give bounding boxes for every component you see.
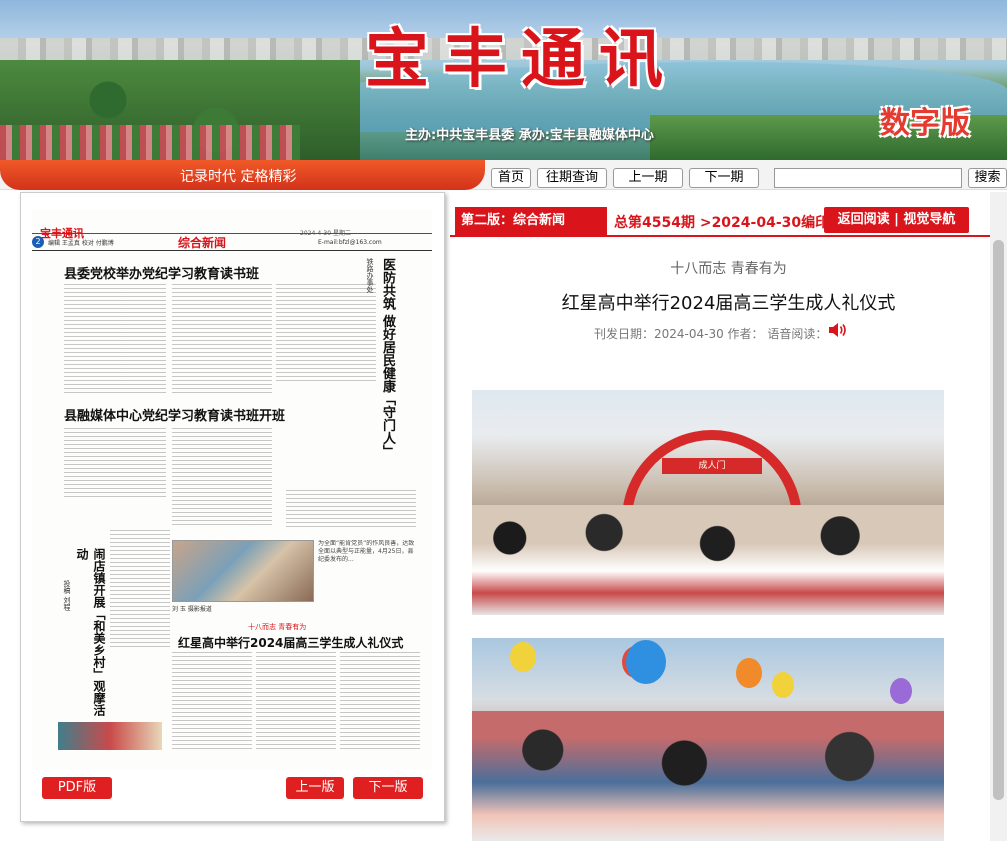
back-to-reading-button[interactable]: 返回阅读 | 视觉导航 <box>824 207 969 233</box>
paper-section-rule <box>32 250 432 251</box>
issue-info: 总第4554期 >2024-04-30编印 <box>614 215 830 231</box>
sponsor-line: 主办:中共宝丰县委 承办:宝丰县融媒体中心 <box>405 128 654 143</box>
balloon <box>890 678 912 704</box>
photo-crowd-2 <box>472 711 944 841</box>
scrollbar-thumb[interactable] <box>993 240 1004 800</box>
pdf-button[interactable]: PDF版 <box>42 777 112 799</box>
next-page-button[interactable]: 下一版 <box>353 777 423 799</box>
paper-headline-3[interactable]: 红星高中举行2024届高三学生成人礼仪式 <box>178 634 403 651</box>
article-photo-2 <box>472 638 944 841</box>
paper-staff-line: 编辑 王孟真 校对 付鹏博 <box>48 240 114 247</box>
paper-photo-caption: 刘 玉 摄影报道 <box>172 606 212 613</box>
paper-body-text <box>64 428 166 498</box>
home-button[interactable]: 首页 <box>491 168 531 188</box>
paper-body-text <box>172 428 272 528</box>
prev-issue-button[interactable]: 上一期 <box>613 168 683 188</box>
paper-body-text <box>286 490 416 530</box>
balloon <box>626 640 666 684</box>
arch-sign: 成人门 <box>662 458 762 474</box>
banner-flowers <box>0 125 300 160</box>
speaker-icon[interactable] <box>828 322 848 338</box>
paper-photo <box>172 540 314 602</box>
paper-top-rule <box>32 233 432 234</box>
article-kicker: 十八而志 青春有为 <box>670 261 787 277</box>
paper-section-title: 综合新闻 <box>178 236 227 250</box>
slogan-text: 记录时代 定格精彩 <box>180 169 297 185</box>
search-input[interactable] <box>774 168 962 188</box>
paper-contact: E-mail:bfzl@163.com <box>318 239 382 246</box>
paper-page-number: 2 <box>32 236 44 248</box>
paper-body-text <box>110 530 170 650</box>
article-photo-1: 成人门 <box>472 390 944 615</box>
paper-headline-3-kicker: 十八而志 青春有为 <box>248 623 307 631</box>
paper-body-text <box>256 652 336 752</box>
article-title: 红星高中举行2024届高三学生成人礼仪式 <box>561 293 896 314</box>
photo-crowd <box>472 505 944 615</box>
paper-body-text <box>340 652 420 752</box>
paper-side-note: 为全面“能肯党员”的作风良善，达致全面以典型与正能量，4月25日，县纪委发布的.… <box>318 540 415 563</box>
archive-button[interactable]: 往期查询 <box>537 168 607 188</box>
digital-edition-label: 数字版 <box>880 106 970 141</box>
edition-label: 第二版：综合新闻 <box>455 207 607 235</box>
balloon <box>772 672 794 698</box>
search-button[interactable]: 搜索 <box>968 168 1007 188</box>
paper-body-text <box>172 652 252 752</box>
balloon <box>736 658 762 688</box>
article-meta: 刊发日期：2024-04-30 作者： 语音阅读： <box>594 327 828 341</box>
balloon <box>510 642 536 672</box>
next-issue-button[interactable]: 下一期 <box>689 168 759 188</box>
paper-small-photo <box>58 722 162 750</box>
prev-page-button[interactable]: 上一版 <box>286 777 344 799</box>
newspaper-logo: 宝丰通讯 <box>365 22 677 97</box>
paper-vertical-byline: 投稿 刘程 <box>63 580 71 611</box>
paper-headline-2[interactable]: 县融媒体中心党纪学习教育读书班开班 <box>64 405 285 424</box>
paper-vertical-headline-2[interactable]: 闹店镇开展「和美乡村」观摩活动 <box>74 548 108 718</box>
